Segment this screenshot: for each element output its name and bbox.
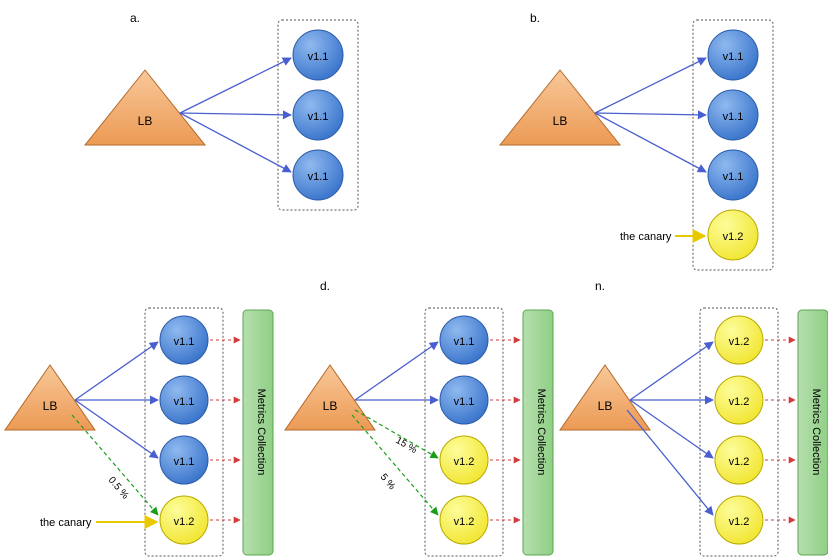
metrics-label: Metrics Collection bbox=[810, 389, 822, 476]
edge bbox=[180, 113, 291, 115]
node-1-label: v1.2 bbox=[729, 396, 750, 408]
node-2: v1.2 bbox=[715, 436, 763, 484]
pct-1: 5 % bbox=[378, 472, 398, 492]
node-0-label: v1.1 bbox=[308, 51, 329, 63]
node-1: v1.1 bbox=[440, 376, 488, 424]
panel-n: n. LB v1.2 v1.2 v1.2 v1.2 Metrics Collec… bbox=[560, 279, 828, 556]
metrics-label: Metrics Collection bbox=[255, 389, 267, 476]
node-1: v1.1 bbox=[160, 376, 208, 424]
metrics-label: Metrics Collection bbox=[535, 389, 547, 476]
panel-a-label: a. bbox=[130, 11, 140, 25]
lb-label: LB bbox=[323, 399, 338, 413]
node-1-label: v1.1 bbox=[454, 396, 475, 408]
node-2-label: v1.1 bbox=[723, 171, 744, 183]
node-2-label: v1.2 bbox=[729, 456, 750, 468]
edge bbox=[180, 58, 291, 113]
lb-triangle: LB bbox=[285, 365, 375, 430]
panel-b-label: b. bbox=[530, 11, 540, 25]
node-3: v1.2 bbox=[715, 496, 763, 544]
canary-label: the canary bbox=[40, 517, 92, 529]
node-1: v1.2 bbox=[715, 376, 763, 424]
node-2-label: v1.2 bbox=[454, 456, 475, 468]
edge bbox=[355, 342, 438, 400]
node-1: v1.1 bbox=[708, 90, 758, 140]
pct-0: 15 % bbox=[394, 435, 419, 456]
edge bbox=[75, 342, 158, 400]
node-0: v1.1 bbox=[708, 30, 758, 80]
panel-c: LB v1.1 v1.1 v1.1 v1.2 0.5 % the canary … bbox=[5, 308, 273, 556]
panel-b: b. LB v1.1 v1.1 v1.1 v1.2 the canary bbox=[500, 11, 773, 270]
node-0-label: v1.1 bbox=[174, 336, 195, 348]
node-2-label: v1.1 bbox=[308, 171, 329, 183]
node-0: v1.1 bbox=[440, 316, 488, 364]
panel-d: d. LB v1.1 v1.1 v1.2 v1.2 15 % 5 % Metri… bbox=[285, 279, 553, 556]
edge bbox=[595, 113, 706, 115]
node-3-label: v1.2 bbox=[723, 231, 744, 243]
lb-triangle: LB bbox=[5, 365, 95, 430]
edge bbox=[630, 342, 713, 400]
node-2: v1.2 bbox=[440, 436, 488, 484]
node-2: v1.1 bbox=[293, 150, 343, 200]
node-3: v1.2 bbox=[160, 496, 208, 544]
node-3-label: v1.2 bbox=[729, 516, 750, 528]
panel-d-label: d. bbox=[320, 279, 330, 293]
node-0-label: v1.1 bbox=[723, 51, 744, 63]
node-0-label: v1.2 bbox=[729, 336, 750, 348]
panel-n-label: n. bbox=[595, 279, 605, 293]
lb-triangle: LB bbox=[85, 70, 205, 145]
node-2-label: v1.1 bbox=[174, 456, 195, 468]
canary-label: the canary bbox=[620, 231, 672, 243]
node-0: v1.1 bbox=[293, 30, 343, 80]
node-3: v1.2 bbox=[708, 210, 758, 260]
node-0: v1.2 bbox=[715, 316, 763, 364]
node-2: v1.1 bbox=[708, 150, 758, 200]
lb-label: LB bbox=[553, 114, 568, 128]
node-1-label: v1.1 bbox=[308, 111, 329, 123]
lb-triangle: LB bbox=[560, 365, 650, 430]
lb-label: LB bbox=[598, 399, 613, 413]
node-1: v1.1 bbox=[293, 90, 343, 140]
node-3: v1.2 bbox=[440, 496, 488, 544]
edge bbox=[595, 58, 706, 113]
lb-triangle: LB bbox=[500, 70, 620, 145]
diagram-canvas: a. LB v1.1 v1.1 v1.1 b. LB bbox=[0, 0, 828, 557]
node-0: v1.1 bbox=[160, 316, 208, 364]
panel-a: a. LB v1.1 v1.1 v1.1 bbox=[85, 11, 358, 210]
lb-label: LB bbox=[138, 114, 153, 128]
node-3-label: v1.2 bbox=[454, 516, 475, 528]
node-1-label: v1.1 bbox=[723, 111, 744, 123]
node-1-label: v1.1 bbox=[174, 396, 195, 408]
node-0-label: v1.1 bbox=[454, 336, 475, 348]
node-3-label: v1.2 bbox=[174, 516, 195, 528]
node-2: v1.1 bbox=[160, 436, 208, 484]
lb-label: LB bbox=[43, 399, 58, 413]
canary-edge bbox=[355, 410, 438, 458]
